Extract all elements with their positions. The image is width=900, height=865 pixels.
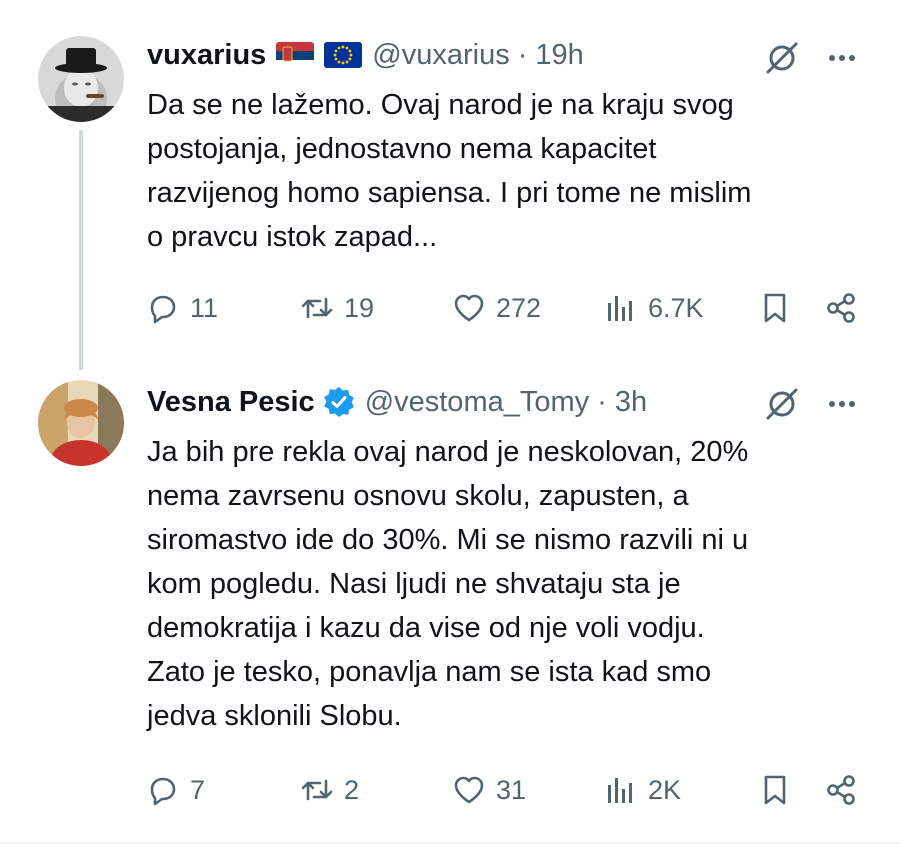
action-bar: 11 19 272 6.7K (0, 288, 900, 328)
share-icon (827, 293, 855, 323)
heart-icon (454, 294, 484, 322)
share-button[interactable] (824, 770, 858, 810)
action-bar: 7 2 31 2K (0, 770, 900, 810)
reply-button[interactable]: 11 (146, 288, 218, 328)
analytics-icon (608, 296, 632, 321)
share-icon (827, 775, 855, 805)
avatar[interactable] (38, 36, 124, 122)
tweet-text: Ja bih pre rekla ovaj narod je neskolova… (147, 436, 749, 732)
like-button[interactable]: 31 (452, 770, 526, 810)
tweet-header: vuxarius @vuxarius · 19h (147, 35, 584, 75)
views-button[interactable]: 2K (604, 770, 681, 810)
grok-icon[interactable] (762, 38, 802, 78)
timestamp[interactable]: 19h (535, 39, 583, 72)
more-icon[interactable] (822, 384, 862, 424)
timestamp[interactable]: 3h (615, 386, 647, 419)
author-handle[interactable]: @vuxarius (372, 39, 509, 72)
reply-count: 7 (190, 774, 206, 805)
author-name[interactable]: Vesna Pesic (147, 386, 315, 419)
tweet-header: Vesna Pesic @vestoma_Tomy · 3h (147, 382, 647, 422)
more-icon[interactable] (822, 38, 862, 78)
reply-button[interactable]: 7 (146, 770, 205, 810)
author-name[interactable]: vuxarius (147, 39, 266, 72)
share-button[interactable] (824, 288, 858, 328)
repost-count: 2 (344, 774, 360, 805)
tweet[interactable]: Vesna Pesic @vestoma_Tomy · 3h Ja bih pr… (0, 370, 900, 840)
bookmark-icon (764, 293, 786, 323)
verified-icon (323, 386, 355, 418)
repost-button[interactable]: 19 (300, 288, 374, 328)
reply-icon (150, 777, 176, 806)
repost-count: 19 (344, 292, 375, 323)
bookmark-button[interactable] (758, 770, 792, 810)
like-count: 272 (496, 292, 542, 323)
view-count: 6.7K (648, 292, 704, 323)
separator-dot: · (517, 38, 528, 71)
separator-dot: · (597, 385, 607, 418)
heart-icon (454, 776, 484, 804)
analytics-icon (608, 778, 632, 803)
eu-flag-icon (324, 42, 363, 68)
bookmark-icon (764, 775, 786, 805)
repost-button[interactable]: 2 (300, 770, 359, 810)
tweet[interactable]: vuxarius @vuxarius · 19h Da se ne lažemo… (0, 0, 900, 370)
reply-icon (150, 295, 176, 324)
bottom-divider (0, 842, 900, 844)
bookmark-button[interactable] (758, 288, 792, 328)
grok-icon[interactable] (762, 384, 802, 424)
like-count: 31 (496, 774, 527, 805)
tweet-text: Da se ne lažemo. Ovaj narod je na kraju … (147, 89, 752, 253)
avatar[interactable] (38, 380, 124, 466)
reply-count: 11 (190, 292, 219, 323)
views-button[interactable]: 6.7K (604, 288, 704, 328)
serbia-flag-icon (276, 42, 315, 68)
repost-icon (301, 297, 333, 319)
view-count: 2K (648, 774, 682, 805)
repost-icon (301, 779, 333, 801)
author-handle[interactable]: @vestoma_Tomy (365, 386, 589, 419)
like-button[interactable]: 272 (452, 288, 541, 328)
